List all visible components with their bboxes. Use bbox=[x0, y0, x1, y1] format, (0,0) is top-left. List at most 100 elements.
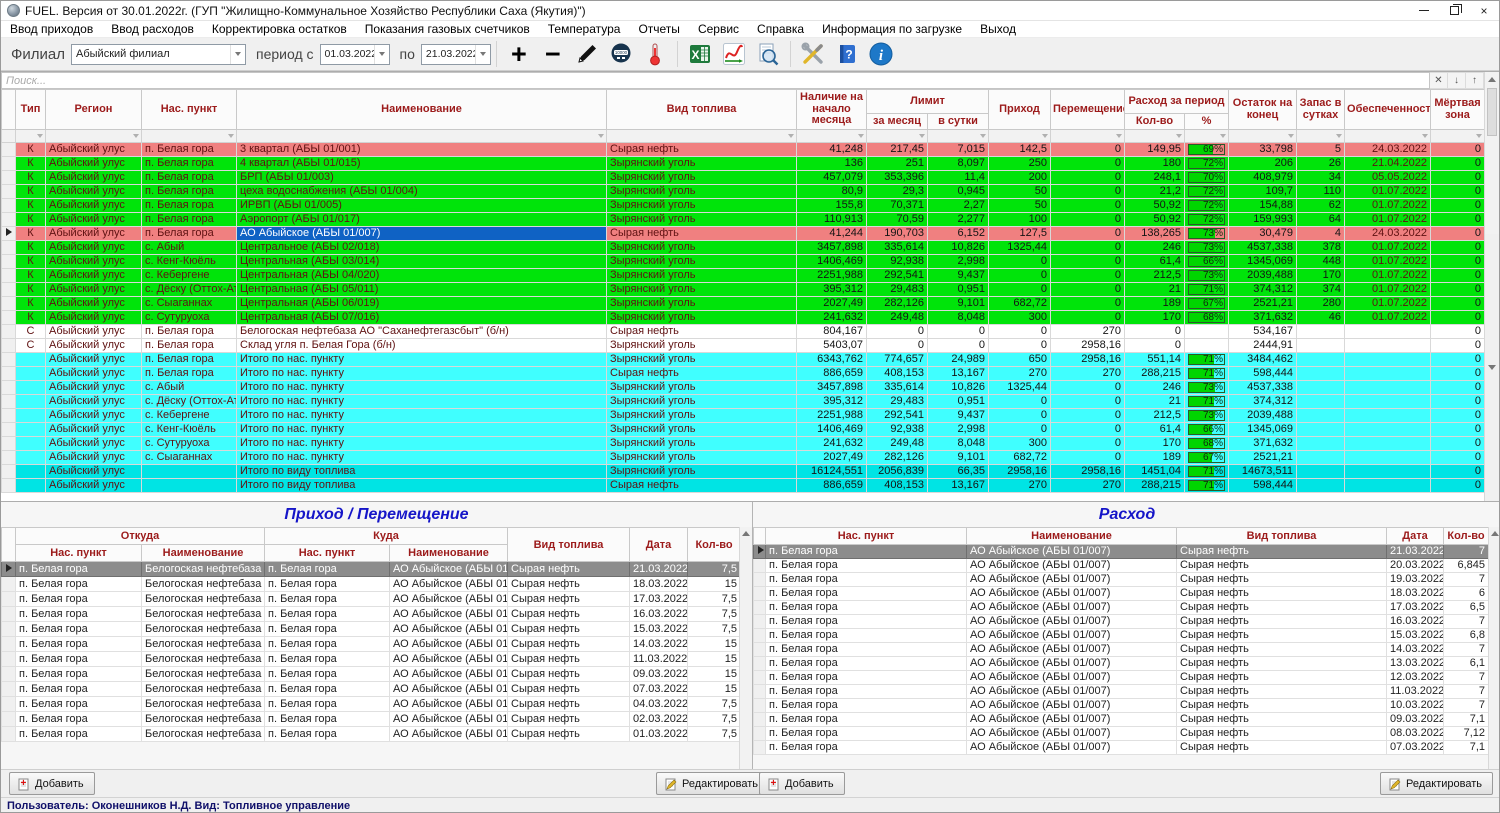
filter-cell[interactable] bbox=[1185, 130, 1229, 143]
col-header-provision[interactable]: Обеспеченность bbox=[1345, 90, 1431, 130]
cell-income[interactable]: 0 bbox=[989, 409, 1051, 423]
cell-rest[interactable]: 206 bbox=[1229, 157, 1297, 171]
cell-region[interactable]: Абыйский улус bbox=[46, 171, 142, 185]
cell-region[interactable]: Абыйский улус bbox=[46, 353, 142, 367]
cell-expense-pct[interactable]: 72% bbox=[1185, 157, 1229, 171]
col-header-expense-qty[interactable]: Кол-во bbox=[1125, 114, 1185, 130]
cell-move[interactable]: 0 bbox=[1051, 297, 1125, 311]
cell-settlement[interactable]: п. Белая гора bbox=[766, 741, 967, 755]
cell-type[interactable] bbox=[16, 451, 46, 465]
cell-limit-day[interactable]: 6,152 bbox=[928, 227, 989, 241]
income-col-to-name[interactable]: Наименование bbox=[390, 545, 508, 562]
cell-limit-day[interactable]: 9,437 bbox=[928, 409, 989, 423]
cell-dead-zone[interactable]: 0 bbox=[1431, 409, 1485, 423]
cell-provision[interactable] bbox=[1345, 437, 1431, 451]
cell-start[interactable]: 2027,49 bbox=[797, 451, 867, 465]
cell-fuel[interactable]: Сырая нефть bbox=[607, 325, 797, 339]
cell-name[interactable]: АО Абыйское (АБЫ 01/007) bbox=[967, 685, 1177, 699]
cell-move[interactable]: 0 bbox=[1051, 381, 1125, 395]
cell-type[interactable]: К bbox=[16, 227, 46, 241]
table-row[interactable]: САбыйский улусп. Белая гораСклад угля п.… bbox=[2, 339, 1485, 353]
col-header-start[interactable]: Наличие на начало месяца bbox=[797, 90, 867, 130]
cell-expense-pct[interactable]: 71% bbox=[1185, 479, 1229, 493]
cell-expense-pct[interactable]: 71% bbox=[1185, 367, 1229, 381]
cell-rest[interactable]: 1345,069 bbox=[1229, 423, 1297, 437]
cell-name[interactable]: АО Абыйское (АБЫ 01/007) bbox=[967, 573, 1177, 587]
cell-name[interactable]: АО Абыйское (АБЫ 01/007) bbox=[237, 227, 607, 241]
cell-from-settlement[interactable]: п. Белая гора bbox=[16, 682, 142, 697]
cell-start[interactable]: 241,632 bbox=[797, 311, 867, 325]
cell-limit-month[interactable]: 335,614 bbox=[867, 241, 928, 255]
cell-name[interactable]: АО Абыйское (АБЫ 01/007) bbox=[967, 629, 1177, 643]
cell-expense-pct[interactable]: 66% bbox=[1185, 255, 1229, 269]
cell-date[interactable]: 16.03.2022 bbox=[1387, 615, 1444, 629]
cell-start[interactable]: 41,244 bbox=[797, 227, 867, 241]
cell-dead-zone[interactable]: 0 bbox=[1431, 297, 1485, 311]
cell-name[interactable]: АО Абыйское (АБЫ 01/007) bbox=[967, 587, 1177, 601]
cell-date[interactable]: 07.03.2022 bbox=[1387, 741, 1444, 755]
col-header-limit-day[interactable]: в сутки bbox=[928, 114, 989, 130]
cell-to-settlement[interactable]: п. Белая гора bbox=[265, 682, 390, 697]
cell-dead-zone[interactable]: 0 bbox=[1431, 395, 1485, 409]
cell-rest[interactable]: 2521,21 bbox=[1229, 297, 1297, 311]
cell-rest[interactable]: 33,798 bbox=[1229, 143, 1297, 157]
cell-fuel[interactable]: Сырая нефть bbox=[508, 637, 630, 652]
cell-date[interactable]: 19.03.2022 bbox=[1387, 573, 1444, 587]
cell-fuel[interactable]: Зырянский уголь bbox=[607, 451, 797, 465]
cell-provision[interactable] bbox=[1345, 353, 1431, 367]
cell-start[interactable]: 395,312 bbox=[797, 283, 867, 297]
cell-income[interactable]: 50 bbox=[989, 199, 1051, 213]
cell-settlement[interactable] bbox=[142, 479, 237, 493]
restore-button[interactable] bbox=[1439, 1, 1469, 20]
cell-qty[interactable]: 7 bbox=[1444, 573, 1489, 587]
cell-from-settlement[interactable]: п. Белая гора bbox=[16, 592, 142, 607]
cell-income[interactable]: 142,5 bbox=[989, 143, 1051, 157]
cell-provision[interactable]: 01.07.2022 bbox=[1345, 241, 1431, 255]
cell-settlement[interactable]: п. Белая гора bbox=[142, 325, 237, 339]
cell-rest[interactable]: 2444,91 bbox=[1229, 339, 1297, 353]
table-row[interactable]: Абыйский улусс. АбыйИтого по нас. пункту… bbox=[2, 381, 1485, 395]
cell-settlement[interactable]: п. Белая гора bbox=[766, 601, 967, 615]
cell-expense-pct[interactable]: 66% bbox=[1185, 423, 1229, 437]
table-row[interactable]: КАбыйский улусп. Белая горацеха водоснаб… bbox=[2, 185, 1485, 199]
income-row[interactable]: п. Белая гораБелогоская нефтебаза АО "Са… bbox=[2, 637, 741, 652]
filter-cell[interactable] bbox=[46, 130, 142, 143]
income-row[interactable]: п. Белая гораБелогоская нефтебаза АО "Са… bbox=[2, 712, 741, 727]
cell-fuel[interactable]: Сырая нефть bbox=[508, 577, 630, 592]
cell-expense-qty[interactable]: 551,14 bbox=[1125, 353, 1185, 367]
col-header-limit-month[interactable]: за месяц bbox=[867, 114, 928, 130]
cell-name[interactable]: Итого по виду топлива bbox=[237, 479, 607, 493]
cell-days-stock[interactable]: 170 bbox=[1297, 269, 1345, 283]
cell-expense-pct[interactable]: 71% bbox=[1185, 283, 1229, 297]
cell-from-name[interactable]: Белогоская нефтебаза АО "Саханефтегазсбы… bbox=[142, 607, 265, 622]
cell-type[interactable] bbox=[16, 465, 46, 479]
cell-region[interactable]: Абыйский улус bbox=[46, 381, 142, 395]
table-row[interactable]: КАбыйский улусп. Белая гора4 квартал (АБ… bbox=[2, 157, 1485, 171]
income-col-from-name[interactable]: Наименование bbox=[142, 545, 265, 562]
menu-item-3[interactable]: Корректировка остатков bbox=[203, 22, 356, 36]
cell-limit-day[interactable]: 24,989 bbox=[928, 353, 989, 367]
cell-rest[interactable]: 371,632 bbox=[1229, 437, 1297, 451]
cell-rest[interactable]: 534,167 bbox=[1229, 325, 1297, 339]
cell-income[interactable]: 1325,44 bbox=[989, 241, 1051, 255]
cell-fuel[interactable]: Сырая нефть bbox=[508, 592, 630, 607]
expense-col-date[interactable]: Дата bbox=[1387, 528, 1444, 545]
cell-date[interactable]: 15.03.2022 bbox=[630, 622, 688, 637]
cell-from-name[interactable]: Белогоская нефтебаза АО "Саханефтегазсбы… bbox=[142, 622, 265, 637]
cell-limit-day[interactable]: 8,048 bbox=[928, 437, 989, 451]
cell-type[interactable] bbox=[16, 381, 46, 395]
cell-rest[interactable]: 374,312 bbox=[1229, 395, 1297, 409]
expense-col-fuel[interactable]: Вид топлива bbox=[1177, 528, 1387, 545]
cell-limit-day[interactable]: 10,826 bbox=[928, 381, 989, 395]
expense-row[interactable]: п. Белая гораАО Абыйское (АБЫ 01/007)Сыр… bbox=[754, 727, 1489, 741]
cell-name[interactable]: БРП (АБЫ 01/003) bbox=[237, 171, 607, 185]
cell-from-name[interactable]: Белогоская нефтебаза АО "Саханефтегазсбы… bbox=[142, 637, 265, 652]
cell-qty[interactable]: 7,5 bbox=[688, 697, 741, 712]
menu-item-7[interactable]: Сервис bbox=[689, 22, 748, 36]
cell-start[interactable]: 395,312 bbox=[797, 395, 867, 409]
cell-region[interactable]: Абыйский улус bbox=[46, 213, 142, 227]
settings-button[interactable] bbox=[798, 40, 828, 68]
scroll-up-icon[interactable] bbox=[1485, 72, 1499, 87]
cell-qty[interactable]: 7,5 bbox=[688, 727, 741, 742]
expense-row[interactable]: п. Белая гораАО Абыйское (АБЫ 01/007)Сыр… bbox=[754, 559, 1489, 573]
